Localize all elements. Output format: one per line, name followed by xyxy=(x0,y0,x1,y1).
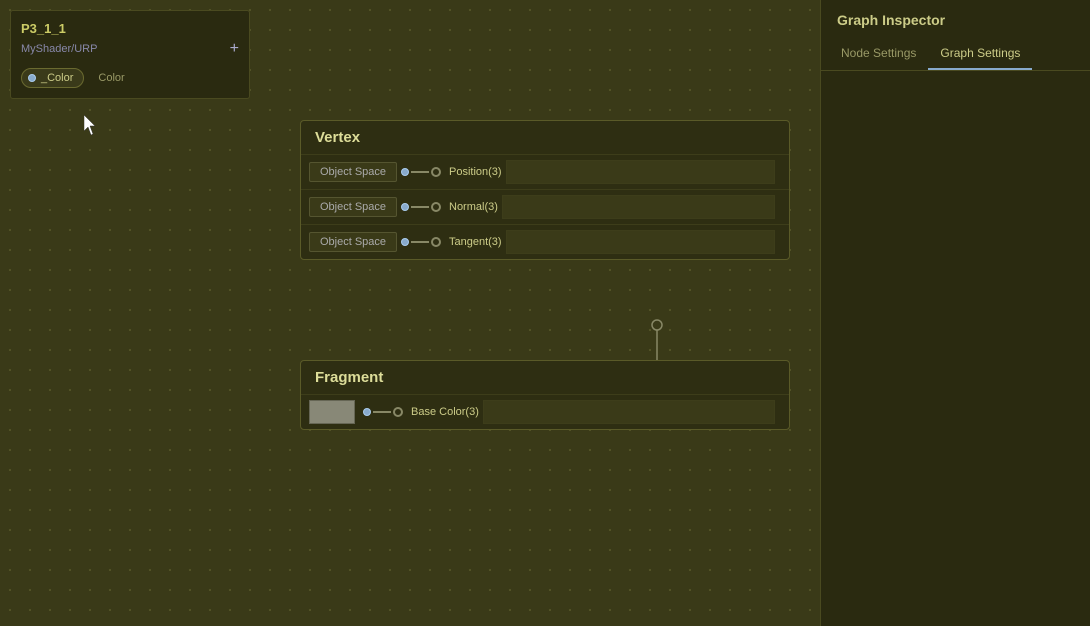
vertex-normal-port: Object Space Normal(3) xyxy=(301,189,789,224)
normal-right-fill xyxy=(502,195,775,219)
conn-dot-2 xyxy=(401,203,409,211)
fragment-node-body: Fragment Base Color(3) xyxy=(300,360,790,430)
conn-circle-3 xyxy=(431,237,441,247)
conn-dot-3 xyxy=(401,238,409,246)
fragment-node: Fragment Base Color(3) xyxy=(300,360,790,430)
conn-line-3 xyxy=(411,241,429,243)
conn-line-2 xyxy=(411,206,429,208)
right-panel: Graph Inspector Node Settings Graph Sett… xyxy=(820,0,1090,626)
position-port-label: Position(3) xyxy=(449,166,502,178)
basecolor-port-label: Base Color(3) xyxy=(411,406,479,418)
vertex-node-header: Vertex xyxy=(301,121,789,154)
vertex-node-body: Vertex Object Space Position(3) Object S… xyxy=(300,120,790,260)
conn-line xyxy=(411,171,429,173)
fragment-basecolor-port: Base Color(3) xyxy=(301,394,789,429)
position-connector xyxy=(401,167,441,177)
conn-dot xyxy=(401,168,409,176)
conn-circle-2 xyxy=(431,202,441,212)
conn-line-4 xyxy=(373,411,391,413)
vertex-node: Vertex Object Space Position(3) Object S… xyxy=(300,120,790,260)
normal-space-selector[interactable]: Object Space xyxy=(309,197,397,217)
inspector-title: Graph Inspector xyxy=(821,0,1090,38)
tangent-port-label: Tangent(3) xyxy=(449,236,502,248)
conn-circle xyxy=(431,167,441,177)
vertex-tangent-port: Object Space Tangent(3) xyxy=(301,224,789,259)
inspector-tabs: Node Settings Graph Settings xyxy=(821,38,1090,71)
fragment-node-header: Fragment xyxy=(301,361,789,394)
normal-connector xyxy=(401,202,441,212)
normal-port-label: Normal(3) xyxy=(449,201,498,213)
tangent-space-selector[interactable]: Object Space xyxy=(309,232,397,252)
tangent-right-fill xyxy=(506,230,775,254)
tab-node-settings[interactable]: Node Settings xyxy=(829,38,928,70)
position-right-fill xyxy=(506,160,775,184)
basecolor-connector xyxy=(363,407,403,417)
vertex-position-port: Object Space Position(3) xyxy=(301,154,789,189)
basecolor-right-fill xyxy=(483,400,775,424)
position-space-selector[interactable]: Object Space xyxy=(309,162,397,182)
conn-circle-4 xyxy=(393,407,403,417)
base-color-swatch[interactable] xyxy=(309,400,355,424)
conn-dot-4 xyxy=(363,408,371,416)
tangent-connector xyxy=(401,237,441,247)
tab-graph-settings[interactable]: Graph Settings xyxy=(928,38,1032,70)
